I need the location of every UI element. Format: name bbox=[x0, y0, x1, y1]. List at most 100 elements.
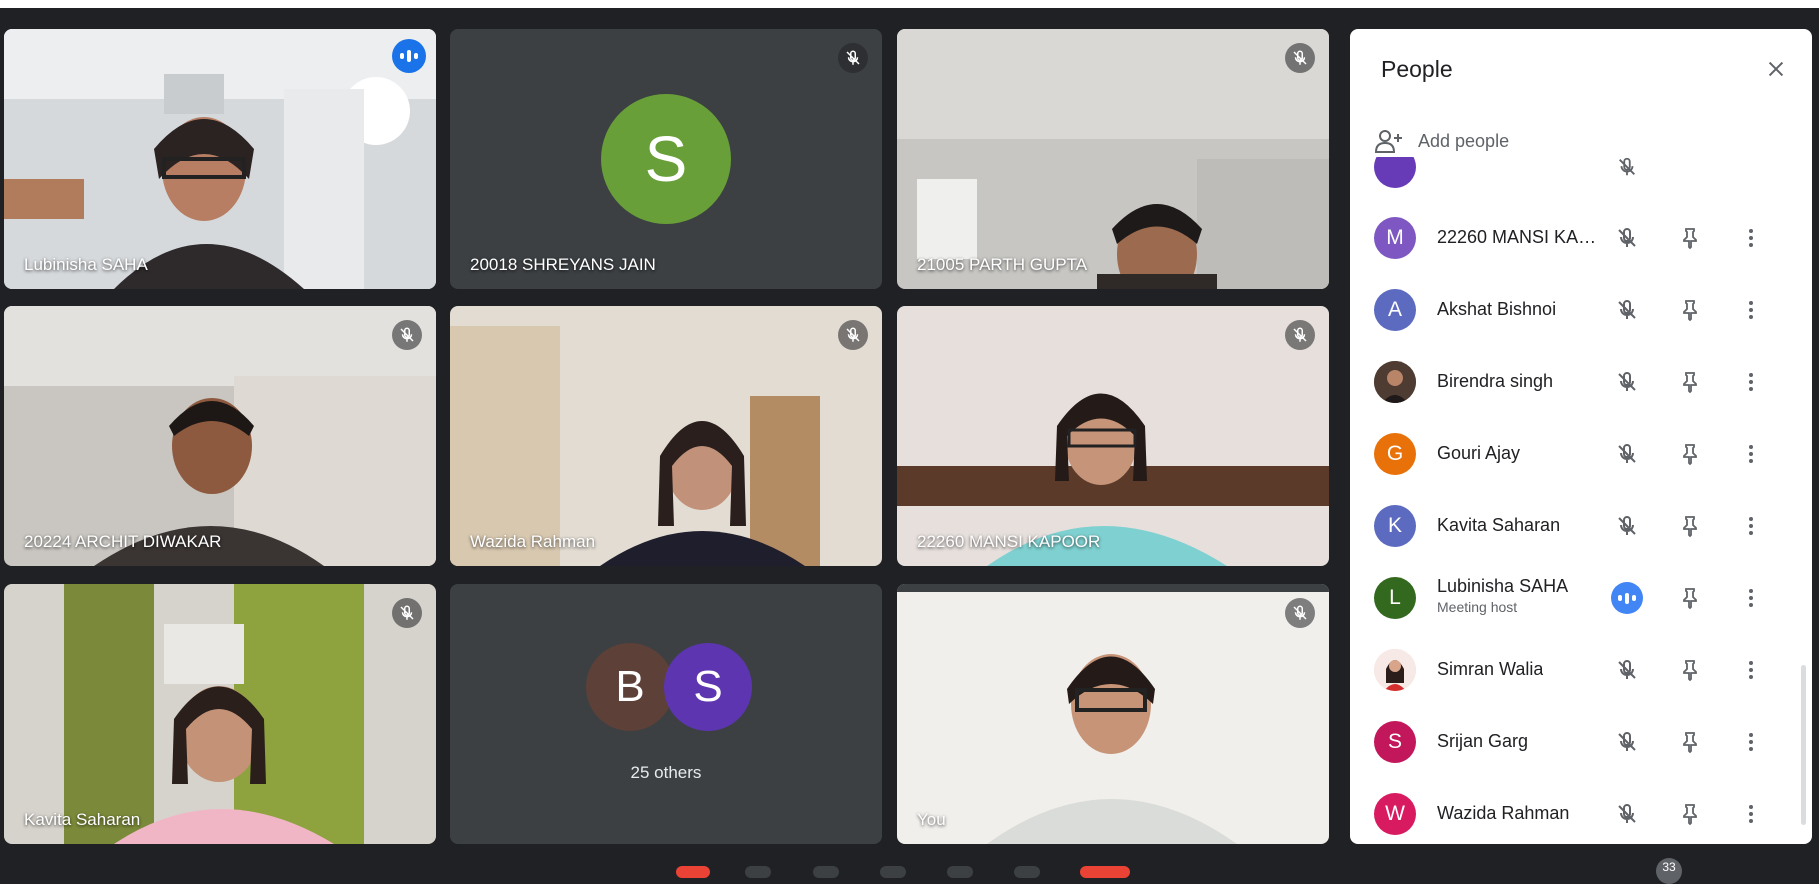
mic-off-icon bbox=[1609, 292, 1645, 328]
end-call-button[interactable] bbox=[1080, 866, 1130, 878]
video-tile-parth[interactable]: 21005 PARTH GUPTA bbox=[897, 29, 1329, 289]
more-vert-icon bbox=[1749, 589, 1753, 607]
participant-row[interactable]: S Srijan Garg bbox=[1350, 706, 1812, 778]
participant-row[interactable]: L Lubinisha SAHA Meeting host bbox=[1350, 562, 1812, 634]
tile-name: You bbox=[917, 810, 946, 829]
more-button[interactable] bbox=[1014, 866, 1040, 878]
pin-button[interactable] bbox=[1672, 292, 1708, 328]
tile-name: Lubinisha SAHA bbox=[24, 255, 148, 274]
more-vert-icon bbox=[1749, 661, 1753, 679]
pin-button[interactable] bbox=[1672, 508, 1708, 544]
participant-row[interactable]: A Akshat Bishnoi bbox=[1350, 274, 1812, 346]
participant-list[interactable]: M 22260 MANSI KAP… A Akshat Bishnoi Bire… bbox=[1350, 157, 1812, 844]
video-feed bbox=[897, 584, 1329, 844]
pin-button[interactable] bbox=[1672, 220, 1708, 256]
more-vert-icon bbox=[1749, 805, 1753, 823]
mic-off-icon bbox=[1609, 652, 1645, 688]
leave-call-button[interactable] bbox=[676, 866, 710, 878]
avatar: S bbox=[601, 94, 731, 224]
participant-row[interactable]: W Wazida Rahman bbox=[1350, 778, 1812, 844]
mic-button[interactable] bbox=[745, 866, 771, 878]
video-tile-kavita[interactable]: Kavita Saharan bbox=[4, 584, 436, 844]
others-tile[interactable]: B S 25 others bbox=[450, 584, 882, 844]
more-options-button[interactable] bbox=[1733, 652, 1769, 688]
add-people-label: Add people bbox=[1418, 130, 1510, 151]
close-button[interactable] bbox=[1758, 51, 1794, 87]
mic-off-icon bbox=[1285, 320, 1315, 350]
pin-button[interactable] bbox=[1672, 652, 1708, 688]
avatar: S bbox=[664, 643, 752, 731]
people-panel: People Add people M 22260 MANSI KAP… A A… bbox=[1350, 29, 1812, 844]
mic-off-icon bbox=[1609, 220, 1645, 256]
participant-row[interactable]: G Gouri Ajay bbox=[1350, 418, 1812, 490]
present-button[interactable] bbox=[947, 866, 973, 878]
speaking-indicator-icon bbox=[392, 39, 426, 73]
pin-button[interactable] bbox=[1672, 436, 1708, 472]
more-options-button[interactable] bbox=[1733, 436, 1769, 472]
participant-row[interactable] bbox=[1350, 157, 1812, 203]
pin-icon bbox=[1683, 444, 1697, 466]
more-options-button[interactable] bbox=[1733, 580, 1769, 616]
video-tile-mansi[interactable]: 22260 MANSI KAPOOR bbox=[897, 306, 1329, 566]
video-feed bbox=[897, 29, 1329, 289]
more-vert-icon bbox=[1749, 733, 1753, 751]
video-feed bbox=[4, 584, 436, 844]
video-tile-shreyans[interactable]: S 20018 SHREYANS JAIN bbox=[450, 29, 882, 289]
avatar bbox=[1374, 157, 1416, 188]
video-tile-archit[interactable]: 20224 ARCHIT DIWAKAR bbox=[4, 306, 436, 566]
participant-count-badge[interactable]: 33 bbox=[1656, 858, 1682, 884]
avatar bbox=[1374, 361, 1416, 403]
video-feed bbox=[4, 306, 436, 566]
mic-off-icon bbox=[1285, 43, 1315, 73]
tile-name: 20224 ARCHIT DIWAKAR bbox=[24, 532, 222, 551]
tile-name: 20018 SHREYANS JAIN bbox=[470, 255, 656, 274]
video-feed bbox=[4, 29, 436, 289]
tile-name: Wazida Rahman bbox=[470, 532, 596, 551]
mic-off-icon bbox=[1609, 508, 1645, 544]
more-options-button[interactable] bbox=[1733, 508, 1769, 544]
others-count-label: 25 others bbox=[630, 763, 702, 782]
window-top-strip bbox=[0, 0, 1819, 8]
pin-button[interactable] bbox=[1672, 364, 1708, 400]
video-tile-wazida[interactable]: Wazida Rahman bbox=[450, 306, 882, 566]
participant-row[interactable]: K Kavita Saharan bbox=[1350, 490, 1812, 562]
scrollbar[interactable] bbox=[1801, 665, 1806, 825]
participant-row[interactable]: Simran Walia bbox=[1350, 634, 1812, 706]
tile-name: 22260 MANSI KAPOOR bbox=[917, 532, 1101, 551]
pin-button[interactable] bbox=[1672, 796, 1708, 832]
mic-off-icon bbox=[1609, 436, 1645, 472]
pin-icon bbox=[1683, 660, 1697, 682]
avatar: M bbox=[1374, 217, 1416, 259]
avatar: A bbox=[1374, 289, 1416, 331]
pin-button[interactable] bbox=[1672, 724, 1708, 760]
participant-name: Srijan Garg bbox=[1437, 731, 1529, 751]
participant-row[interactable]: M 22260 MANSI KAP… bbox=[1350, 202, 1812, 274]
pin-icon bbox=[1683, 804, 1697, 826]
participant-role: Meeting host bbox=[1437, 599, 1518, 615]
more-vert-icon bbox=[1749, 301, 1753, 319]
mic-off-icon bbox=[1609, 796, 1645, 832]
avatar: G bbox=[1374, 433, 1416, 475]
pin-button[interactable] bbox=[1672, 580, 1708, 616]
mic-off-icon bbox=[392, 598, 422, 628]
add-people-button[interactable]: Add people bbox=[1374, 123, 1509, 159]
panel-title: People bbox=[1381, 56, 1453, 82]
video-tile-lubinisha[interactable]: Lubinisha SAHA bbox=[4, 29, 436, 289]
more-options-button[interactable] bbox=[1733, 724, 1769, 760]
video-tile-self[interactable]: You bbox=[897, 584, 1329, 844]
more-options-button[interactable] bbox=[1733, 364, 1769, 400]
captions-button[interactable] bbox=[880, 866, 906, 878]
more-options-button[interactable] bbox=[1733, 796, 1769, 832]
camera-button[interactable] bbox=[813, 866, 839, 878]
participant-name: Wazida Rahman bbox=[1437, 803, 1570, 823]
pin-icon bbox=[1683, 516, 1697, 538]
participant-name: Gouri Ajay bbox=[1437, 443, 1521, 463]
avatar: L bbox=[1374, 577, 1416, 619]
more-options-button[interactable] bbox=[1733, 292, 1769, 328]
mic-off-icon bbox=[838, 43, 868, 73]
participant-row[interactable]: Birendra singh bbox=[1350, 346, 1812, 418]
tile-name: 21005 PARTH GUPTA bbox=[917, 255, 1088, 274]
pin-icon bbox=[1683, 228, 1697, 250]
more-options-button[interactable] bbox=[1733, 220, 1769, 256]
mic-off-icon bbox=[392, 320, 422, 350]
